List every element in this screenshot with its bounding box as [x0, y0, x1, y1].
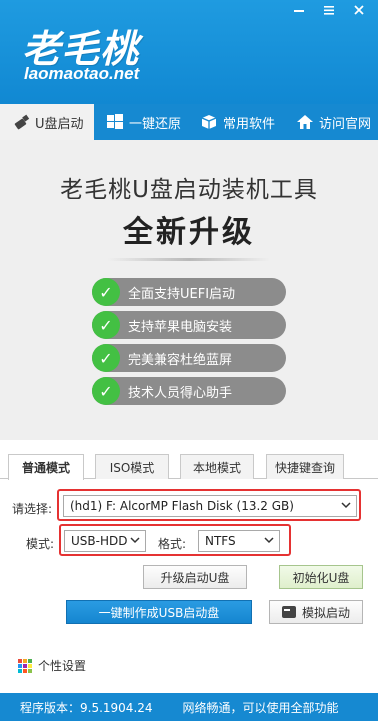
device-value: (hd1) F: AlcorMP Flash Disk (13.2 GB) — [70, 499, 294, 513]
format-select[interactable]: NTFS — [198, 530, 280, 552]
terminal-icon — [281, 606, 296, 618]
close-icon[interactable] — [350, 3, 368, 21]
simulate-label: 模拟启动 — [301, 605, 350, 620]
feature-item: ✓ 全面支持UEFI启动 — [92, 278, 286, 306]
feature-item: ✓ 支持苹果电脑安装 — [92, 311, 286, 339]
tab-visit-website[interactable]: 访问官网 — [296, 104, 378, 140]
network-status: 网络畅通，可以使用全部功能 — [182, 700, 339, 715]
chevron-down-icon — [129, 533, 141, 550]
tab-usb-boot[interactable]: U盘启动 — [0, 104, 94, 140]
tab-label: 访问官网 — [319, 116, 372, 132]
device-label: 请选择: — [12, 502, 53, 516]
page-subtitle: 全新升级 — [123, 215, 255, 250]
usb-icon — [12, 113, 30, 131]
feature-label: 技术人员得心助手 — [128, 385, 233, 401]
format-value: NTFS — [205, 534, 236, 548]
minimize-icon[interactable] — [290, 3, 308, 21]
tab-local-mode[interactable]: 本地模式 — [180, 454, 254, 479]
init-usb-button[interactable]: 初始化U盘 — [279, 565, 363, 589]
top-tab-bar: U盘启动 一键还原 常用软件 访问官网 — [0, 104, 378, 140]
check-icon: ✓ — [92, 311, 120, 339]
feature-item: ✓ 技术人员得心助手 — [92, 377, 286, 405]
menu-icon[interactable] — [320, 3, 338, 21]
tab-common-software[interactable]: 常用软件 — [200, 104, 286, 140]
chevron-down-icon — [263, 533, 275, 550]
version-text: 程序版本：9.5.1904.24 — [20, 700, 153, 715]
status-bar: 程序版本：9.5.1904.24 网络畅通，可以使用全部功能 — [0, 693, 378, 721]
mode-value: USB-HDD — [71, 534, 128, 548]
tab-label: U盘启动 — [35, 116, 84, 132]
check-icon: ✓ — [92, 377, 120, 405]
page-title: 老毛桃U盘启动装机工具 — [60, 177, 318, 203]
box-icon — [200, 113, 218, 131]
personal-settings-link[interactable]: 个性设置 — [18, 657, 86, 674]
tab-hotkey-query[interactable]: 快捷键查询 — [266, 454, 344, 479]
simulate-boot-button[interactable]: 模拟启动 — [269, 600, 363, 624]
color-grid-icon — [18, 658, 32, 673]
subtitle-underline — [108, 258, 270, 261]
tab-normal-mode[interactable]: 普通模式 — [8, 454, 84, 480]
app-header: 老毛桃 laomaotao.net — [0, 0, 378, 104]
tab-iso-mode[interactable]: ISO模式 — [95, 454, 169, 479]
tab-label: 一键还原 — [129, 116, 182, 132]
check-icon: ✓ — [92, 278, 120, 306]
feature-label: 完美兼容杜绝蓝屏 — [128, 352, 233, 368]
tab-label: 常用软件 — [223, 116, 276, 132]
feature-label: 支持苹果电脑安装 — [128, 319, 233, 335]
upgrade-usb-button[interactable]: 升级启动U盘 — [143, 565, 247, 589]
feature-item: ✓ 完美兼容杜绝蓝屏 — [92, 344, 286, 372]
device-select[interactable]: (hd1) F: AlcorMP Flash Disk (13.2 GB) — [63, 495, 357, 517]
chevron-down-icon — [340, 498, 352, 515]
mode-select[interactable]: USB-HDD — [64, 530, 146, 552]
home-icon — [296, 113, 314, 131]
logo-url: laomaotao.net — [24, 64, 140, 83]
mode-label: 模式: — [26, 537, 55, 551]
make-bootable-button[interactable]: 一键制作成USB启动盘 — [66, 600, 252, 624]
windows-icon — [106, 113, 124, 131]
tab-one-key-restore[interactable]: 一键还原 — [106, 104, 192, 140]
check-icon: ✓ — [92, 344, 120, 372]
format-label: 格式: — [158, 537, 187, 551]
feature-label: 全面支持UEFI启动 — [128, 286, 236, 302]
settings-label: 个性设置 — [38, 659, 87, 673]
